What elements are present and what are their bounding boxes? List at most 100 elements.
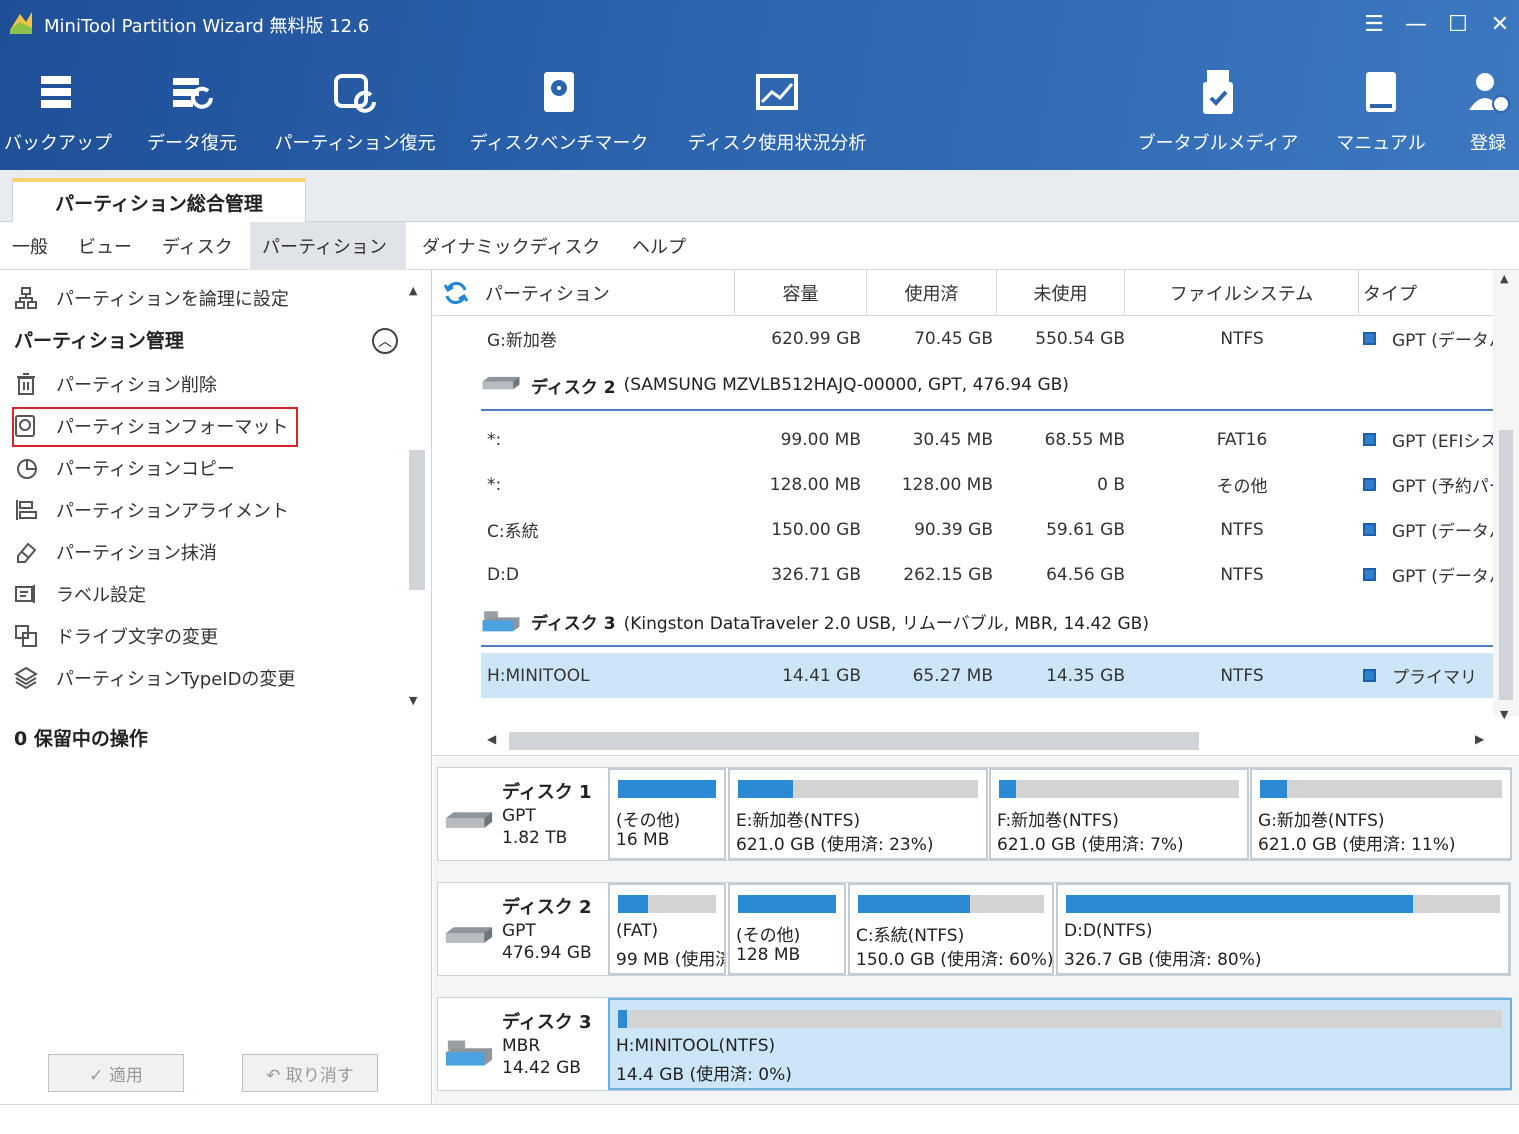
tab-partition-management[interactable]: パーティション総合管理 [12,178,306,222]
table-row[interactable]: G:新加巻 620.99 GB 70.45 GB 550.54 GB NTFS GPT (… [481,316,1493,361]
backup-icon [41,76,71,108]
menu-view[interactable]: ビュー [66,222,144,270]
partition-block[interactable]: C:系統(NTFS) 150.0 GB (使用済: 60%) [848,883,1054,975]
logical-icon [15,287,37,309]
table-row[interactable]: D:D 326.71 GB 262.15 GB 64.56 GB NTFS GPT (デー… [481,552,1493,597]
drive-letter-icon [15,625,37,647]
disk-info[interactable]: ディスク 2 GPT 476.94 GB [438,883,608,975]
data-recovery-icon [173,78,213,109]
partition-block[interactable]: (その他) 128 MB [728,883,846,975]
toolbar-manual-button[interactable]: マニュアル [1334,68,1428,155]
partition-block[interactable]: G:新加巻(NTFS) 621.0 GB (使用済: 11%) [1250,768,1512,860]
table-vscroll-thumb[interactable] [1499,430,1513,700]
table-row[interactable]: *: 99.00 MB 30.45 MB 68.55 MB FAT16 GPT (EFIシ… [481,417,1493,462]
disk-map-row[interactable]: ディスク 1 GPT 1.82 TB (その他) 16 MB E:新加巻(NTFS) 621… [437,767,1512,861]
toolbar-partition-recovery-button[interactable]: パーティション復元 [270,68,440,155]
partition-block[interactable]: H:MINITOOL(NTFS) 14.4 GB (使用済: 0%) [608,998,1512,1090]
cell-used: 262.15 GB [903,564,993,585]
table-row[interactable]: *: 128.00 MB 128.00 MB 0 B その他 GPT (予約パー [481,462,1493,507]
type-text: GPT (データパ [1392,522,1493,542]
usage-bar [738,895,836,913]
change-typeid-item[interactable]: パーティションTypeIDの変更 [14,660,295,696]
col-partition[interactable]: パーティション [481,270,735,316]
copy-partition-item[interactable]: パーティションコピー [14,450,235,486]
cell-capacity: 14.41 GB [782,665,861,686]
minimize-button[interactable]: — [1396,8,1436,40]
apply-button[interactable]: ✓ 適用 [48,1054,184,1092]
align-partition-item[interactable]: パーティションアライメント [14,492,289,528]
table-row[interactable]: C:系統 150.00 GB 90.39 GB 59.61 GB NTFS GPT (デー… [481,507,1493,552]
disk-map: ディスク 1 GPT 1.82 TB (その他) 16 MB E:新加巻(NTFS) 621… [433,757,1519,1104]
menu-dynamic-disk[interactable]: ダイナミックディスク [410,222,612,270]
cell-partition: H:MINITOOL [487,665,590,686]
align-icon [16,500,37,520]
partition-usage: 16 MB [616,830,670,850]
disk-info[interactable]: ディスク 1 GPT 1.82 TB [438,768,608,860]
left-scrollbar[interactable]: ▲ ▼ [405,280,427,710]
col-filesystem[interactable]: ファイルシステム [1125,270,1359,316]
delete-partition-item[interactable]: パーティション削除 [14,366,217,402]
cell-filesystem: NTFS [1220,564,1264,585]
app-title: MiniTool Partition Wizard 無料版 12.6 [44,16,370,37]
toolbar-register-button[interactable]: 登録 [1460,68,1516,155]
collapse-icon[interactable]: ︿ [372,328,398,354]
toolbar-bootable-media-button[interactable]: ブータブルメディア [1136,68,1300,155]
toolbar-disk-benchmark-button[interactable]: ディスクベンチマーク [466,68,652,155]
partition-block[interactable]: E:新加巻(NTFS) 621.0 GB (使用済: 23%) [728,768,988,860]
toolbar-data-recovery-button[interactable]: データ復元 [140,68,244,155]
col-capacity[interactable]: 容量 [735,270,867,316]
menu-general[interactable]: 一般 [0,222,60,270]
table-vscrollbar[interactable]: ▲ ▼ [1493,270,1519,721]
disk-description: (Kingston DataTraveler 2.0 USB, リムーバブル, … [623,613,1149,634]
table-hscrollbar[interactable]: ◀ ▶ [481,728,1493,754]
disk-info[interactable]: ディスク 3 MBR 14.42 GB [438,998,608,1090]
cell-capacity: 326.71 GB [771,564,861,585]
cell-unused: 68.55 MB [1044,429,1125,450]
wipe-partition-item[interactable]: パーティション抹消 [14,534,217,570]
disk-header-row[interactable]: ディスク 3 (Kingston DataTraveler 2.0 USB, リム… [481,597,1493,647]
toolbar-space-analyzer-button[interactable]: ディスク使用状況分析 [682,68,872,155]
menu-partition[interactable]: パーティション [250,222,406,270]
toolbar-backup-button[interactable]: バックアップ [2,68,114,155]
col-unused[interactable]: 未使用 [997,270,1125,316]
cell-unused: 550.54 GB [1035,328,1125,349]
table-row[interactable]: H:MINITOOL 14.41 GB 65.27 MB 14.35 GB NTFS プラ… [481,653,1493,698]
usage-bar [738,780,978,798]
type-square-icon [1363,478,1376,491]
table-hscroll-thumb[interactable] [509,732,1199,750]
partition-block[interactable]: D:D(NTFS) 326.7 GB (使用済: 80%) [1056,883,1510,975]
refresh-icon[interactable] [443,280,469,306]
partition-label: F:新加巻(NTFS) [997,811,1119,831]
disk-icon [481,373,521,397]
partition-recovery-icon [334,74,376,113]
partition-block[interactable]: (FAT) 99 MB (使用済 [608,883,726,975]
maximize-button[interactable]: ☐ [1438,8,1478,40]
disk-scheme: GPT [502,806,536,826]
menu-icon[interactable]: ☰ [1354,8,1394,40]
partition-label: (FAT) [616,921,659,941]
partition-block[interactable]: (その他) 16 MB [608,768,726,860]
menu-disk[interactable]: ディスク [150,222,245,270]
col-used[interactable]: 使用済 [867,270,997,316]
cell-filesystem: NTFS [1220,328,1264,349]
partition-block[interactable]: F:新加巻(NTFS) 621.0 GB (使用済: 7%) [989,768,1249,860]
disk-map-row[interactable]: ディスク 2 GPT 476.94 GB (FAT) 99 MB (使用済 (その他) 12… [437,882,1511,976]
col-type[interactable]: タイプ [1359,270,1493,316]
undo-button[interactable]: ↶ 取り消す [242,1054,378,1092]
disk-size: 1.82 TB [502,828,568,848]
usage-bar [999,780,1239,798]
left-scrollbar-thumb[interactable] [409,450,425,590]
partition-label: G:新加巻(NTFS) [1258,811,1385,831]
status-bar [0,1104,1519,1134]
change-drive-letter-item[interactable]: ドライブ文字の変更 [14,618,218,654]
disk-benchmark-icon [544,72,574,112]
set-logical-item[interactable]: パーティションを論理に設定 [14,280,289,316]
space-analyzer-icon [756,74,798,110]
close-button[interactable]: ✕ [1480,8,1519,40]
disk-header-row[interactable]: ディスク 2 (SAMSUNG MZVLB512HAJQ-00000, GPT, … [481,361,1493,411]
cell-type: プライマリ [1363,653,1493,698]
left-panel: パーティションを論理に設定 パーティション管理 ︿ パーティション削除 パーティ… [0,270,432,1104]
menu-help[interactable]: ヘルプ [620,222,698,270]
set-label-item[interactable]: ラベル設定 [14,576,146,612]
disk-map-row[interactable]: ディスク 3 MBR 14.42 GB H:MINITOOL(NTFS) 14.4 GB… [437,997,1512,1091]
